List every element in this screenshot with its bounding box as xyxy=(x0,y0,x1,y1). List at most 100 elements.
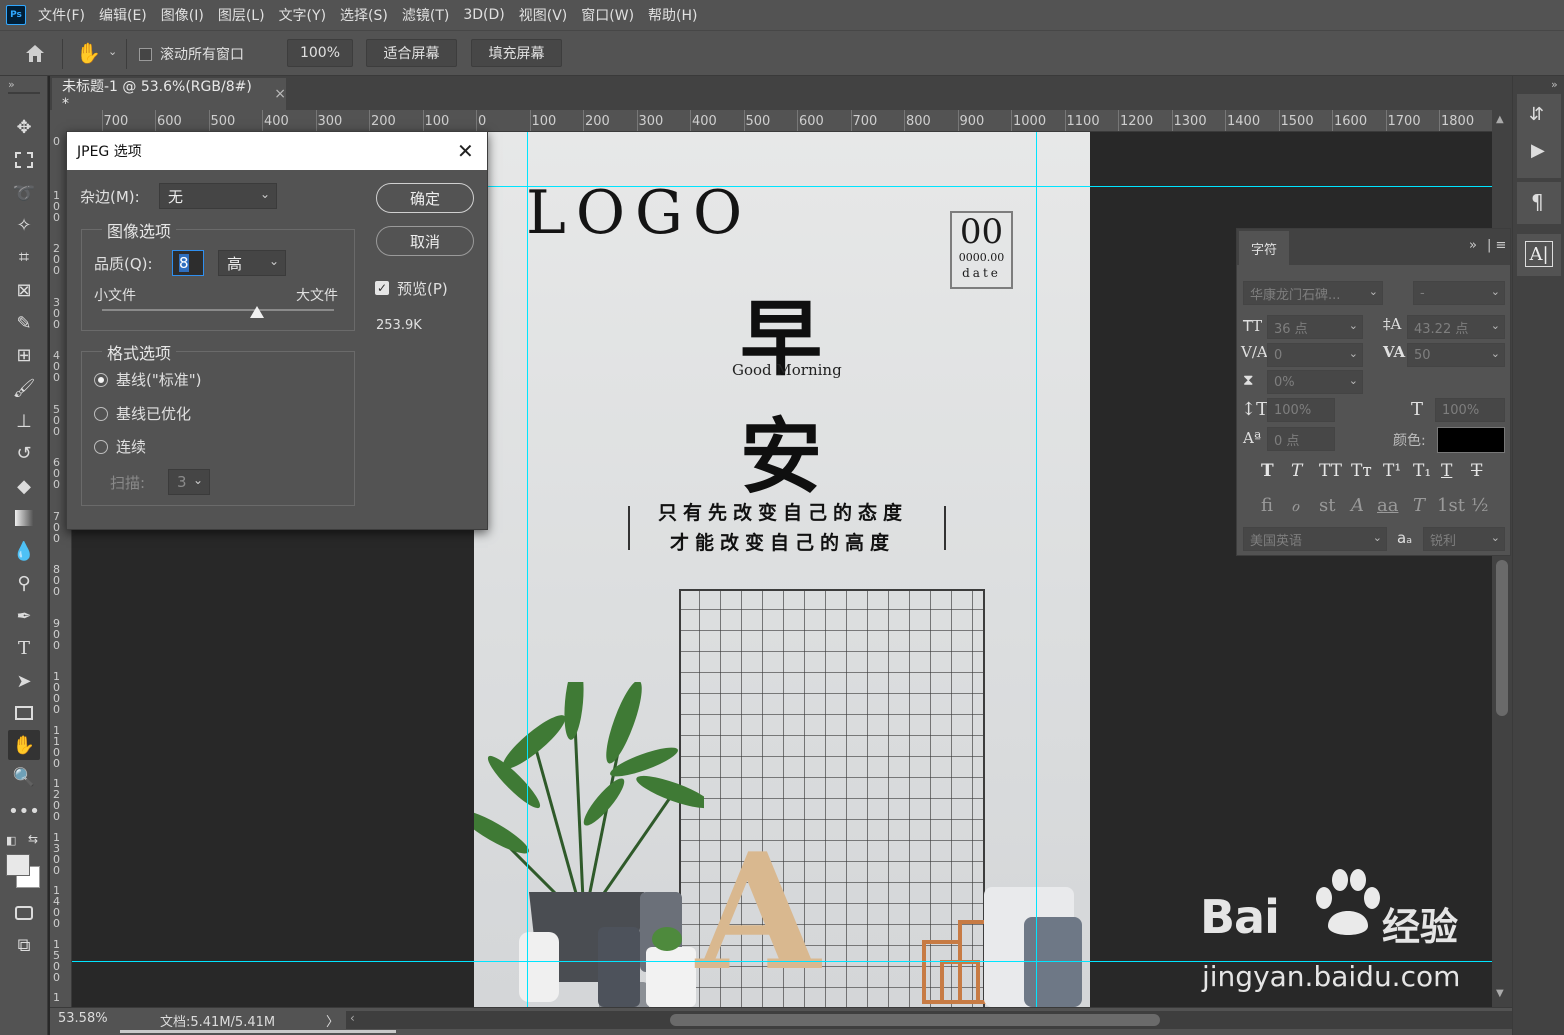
baseline-shift-input[interactable]: 0 点 xyxy=(1267,427,1335,451)
menu-file[interactable]: 文件(F) xyxy=(38,5,85,25)
horizontal-scale-input[interactable]: 100% xyxy=(1435,398,1505,422)
menu-select[interactable]: 选择(S) xyxy=(340,5,388,25)
actions-play-icon[interactable]: ▶ xyxy=(1531,140,1545,161)
fractions-button[interactable]: ½ xyxy=(1471,495,1488,516)
more-tools-icon[interactable]: ••• xyxy=(8,796,40,826)
vertical-scale-input[interactable]: 100% xyxy=(1267,398,1335,422)
screen-mode-icon[interactable]: ⧉ xyxy=(8,930,40,960)
stylistic-alternates-button[interactable]: aa xyxy=(1377,495,1398,516)
crop-tool-icon[interactable]: ⌗ xyxy=(8,242,40,272)
kerning-input[interactable]: 0 ⌄ xyxy=(1267,343,1363,367)
baseline-optimized-label[interactable]: 基线已优化 xyxy=(116,403,191,424)
menu-3d[interactable]: 3D(D) xyxy=(463,7,504,23)
titling-alternates-button[interactable]: T xyxy=(1413,495,1425,516)
eyedropper-tool-icon[interactable]: ✎ xyxy=(8,308,40,338)
old-style-button[interactable]: st xyxy=(1319,495,1335,516)
foreground-color-swatch[interactable] xyxy=(6,854,30,876)
faux-bold-button[interactable]: T xyxy=(1261,461,1274,481)
rectangle-tool-icon[interactable] xyxy=(8,698,40,728)
faux-italic-button[interactable]: T xyxy=(1291,461,1302,481)
home-icon[interactable] xyxy=(24,43,46,63)
vertical-scroll-thumb[interactable] xyxy=(1496,560,1508,716)
tracking-input[interactable]: 50 ⌄ xyxy=(1407,343,1505,367)
quality-input[interactable]: 8 xyxy=(172,250,204,276)
default-colors-icon[interactable]: ◧ xyxy=(6,834,16,847)
close-tab-icon[interactable]: × xyxy=(274,86,286,102)
menu-layer[interactable]: 图层(L) xyxy=(218,5,265,25)
magic-wand-tool-icon[interactable]: ✧ xyxy=(8,210,40,240)
collapse-icon[interactable]: » xyxy=(8,78,15,91)
path-selection-tool-icon[interactable]: ➤ xyxy=(8,666,40,696)
eraser-tool-icon[interactable]: ◆ xyxy=(8,471,40,501)
horizontal-scrollbar[interactable]: ‹ xyxy=(346,1011,1512,1029)
swash-button[interactable]: A xyxy=(1351,495,1364,516)
proportional-spacing-input[interactable]: 0% ⌄ xyxy=(1267,370,1363,394)
blur-tool-icon[interactable]: 💧 xyxy=(8,536,40,566)
menu-image[interactable]: 图像(I) xyxy=(161,5,204,25)
history-icon[interactable]: ⇵ xyxy=(1529,104,1544,125)
zoom-100-button[interactable]: 100% xyxy=(287,39,353,67)
baseline-standard-label[interactable]: 基线("标准") xyxy=(116,369,202,390)
menu-view[interactable]: 视图(V) xyxy=(519,5,568,25)
progressive-label[interactable]: 连续 xyxy=(116,436,146,457)
quick-mask-icon[interactable] xyxy=(8,898,40,928)
small-caps-button[interactable]: Tт xyxy=(1351,461,1372,481)
guide-vertical-right[interactable] xyxy=(1036,132,1037,1007)
progressive-radio[interactable] xyxy=(94,440,108,454)
paragraph-icon[interactable]: ¶ xyxy=(1531,190,1544,214)
font-family-select[interactable]: 华康龙门石碑... ⌄ xyxy=(1243,281,1383,305)
matte-select[interactable]: 无 ⌄ xyxy=(159,183,277,209)
cancel-button[interactable]: 取消 xyxy=(376,226,474,256)
collapse-panel-icon[interactable]: » xyxy=(1469,238,1477,253)
scroll-up-icon[interactable]: ▲ xyxy=(1496,114,1504,125)
guide-vertical-left[interactable] xyxy=(527,132,528,1007)
brush-tool-icon[interactable]: 🖌 xyxy=(8,373,40,403)
dodge-tool-icon[interactable]: ⚲ xyxy=(8,568,40,598)
quality-slider-track[interactable] xyxy=(102,309,334,311)
fit-screen-button[interactable]: 适合屏幕 xyxy=(366,39,457,67)
status-zoom[interactable]: 53.58% xyxy=(58,1011,108,1026)
language-select[interactable]: 美国英语 ⌄ xyxy=(1243,527,1387,551)
horizontal-ruler[interactable]: 700 600 500 400 300 200 100 0 100 200 300 400 500 600… xyxy=(72,110,1492,132)
underline-button[interactable]: T xyxy=(1441,461,1452,481)
subscript-button[interactable]: T₁ xyxy=(1413,461,1431,481)
gradient-tool-icon[interactable] xyxy=(8,503,40,533)
scroll-all-checkbox[interactable] xyxy=(139,48,152,61)
stamp-tool-icon[interactable]: ⊥ xyxy=(8,406,40,436)
fill-screen-button[interactable]: 填充屏幕 xyxy=(471,39,562,67)
character-tab[interactable]: 字符 xyxy=(1239,231,1289,265)
menu-type[interactable]: 文字(Y) xyxy=(279,5,326,25)
quality-level-select[interactable]: 高 ⌄ xyxy=(218,250,286,276)
all-caps-button[interactable]: TT xyxy=(1319,461,1342,481)
document-tab[interactable]: 未标题-1 @ 53.6%(RGB/8#) * × xyxy=(52,78,286,112)
preview-label[interactable]: 预览(P) xyxy=(397,278,448,299)
zoom-tool-icon[interactable]: 🔍 xyxy=(8,762,40,792)
frame-tool-icon[interactable]: ⊠ xyxy=(8,275,40,305)
font-size-input[interactable]: 36 点 ⌄ xyxy=(1267,315,1363,339)
strikethrough-button[interactable]: T xyxy=(1471,461,1482,481)
menu-edit[interactable]: 编辑(E) xyxy=(99,5,147,25)
history-brush-tool-icon[interactable]: ↺ xyxy=(8,438,40,468)
ok-button[interactable]: 确定 xyxy=(376,183,474,213)
scroll-down-icon[interactable]: ▼ xyxy=(1496,988,1504,999)
healing-brush-tool-icon[interactable]: ⊞ xyxy=(8,340,40,370)
horizontal-scroll-thumb[interactable] xyxy=(670,1014,1160,1026)
menu-filter[interactable]: 滤镜(T) xyxy=(402,5,449,25)
baseline-standard-radio[interactable] xyxy=(94,373,108,387)
quality-slider-thumb[interactable] xyxy=(250,306,265,318)
menu-help[interactable]: 帮助(H) xyxy=(648,5,697,25)
expand-panels-icon[interactable]: » xyxy=(1551,78,1558,91)
leading-input[interactable]: 43.22 点 ⌄ xyxy=(1407,315,1505,339)
swap-colors-icon[interactable]: ⇆ xyxy=(28,832,38,846)
ordinals-button[interactable]: 1st xyxy=(1437,495,1465,516)
hand-tool-active-icon[interactable]: ✋ xyxy=(8,730,40,760)
chevron-down-icon[interactable]: ⌄ xyxy=(108,45,117,58)
close-icon[interactable]: ✕ xyxy=(457,139,474,163)
ligature-button[interactable]: ﬁ xyxy=(1261,495,1273,516)
hand-tool-icon[interactable]: ✋ xyxy=(76,41,101,65)
poster-document[interactable]: LOGO 00 0000.00 date 早 Good Morning 安 只有… xyxy=(474,132,1090,1007)
preview-checkbox[interactable]: ✓ xyxy=(375,281,389,295)
anti-alias-select[interactable]: 锐利 ⌄ xyxy=(1423,527,1505,551)
superscript-button[interactable]: T¹ xyxy=(1383,461,1401,481)
menu-window[interactable]: 窗口(W) xyxy=(581,5,634,25)
